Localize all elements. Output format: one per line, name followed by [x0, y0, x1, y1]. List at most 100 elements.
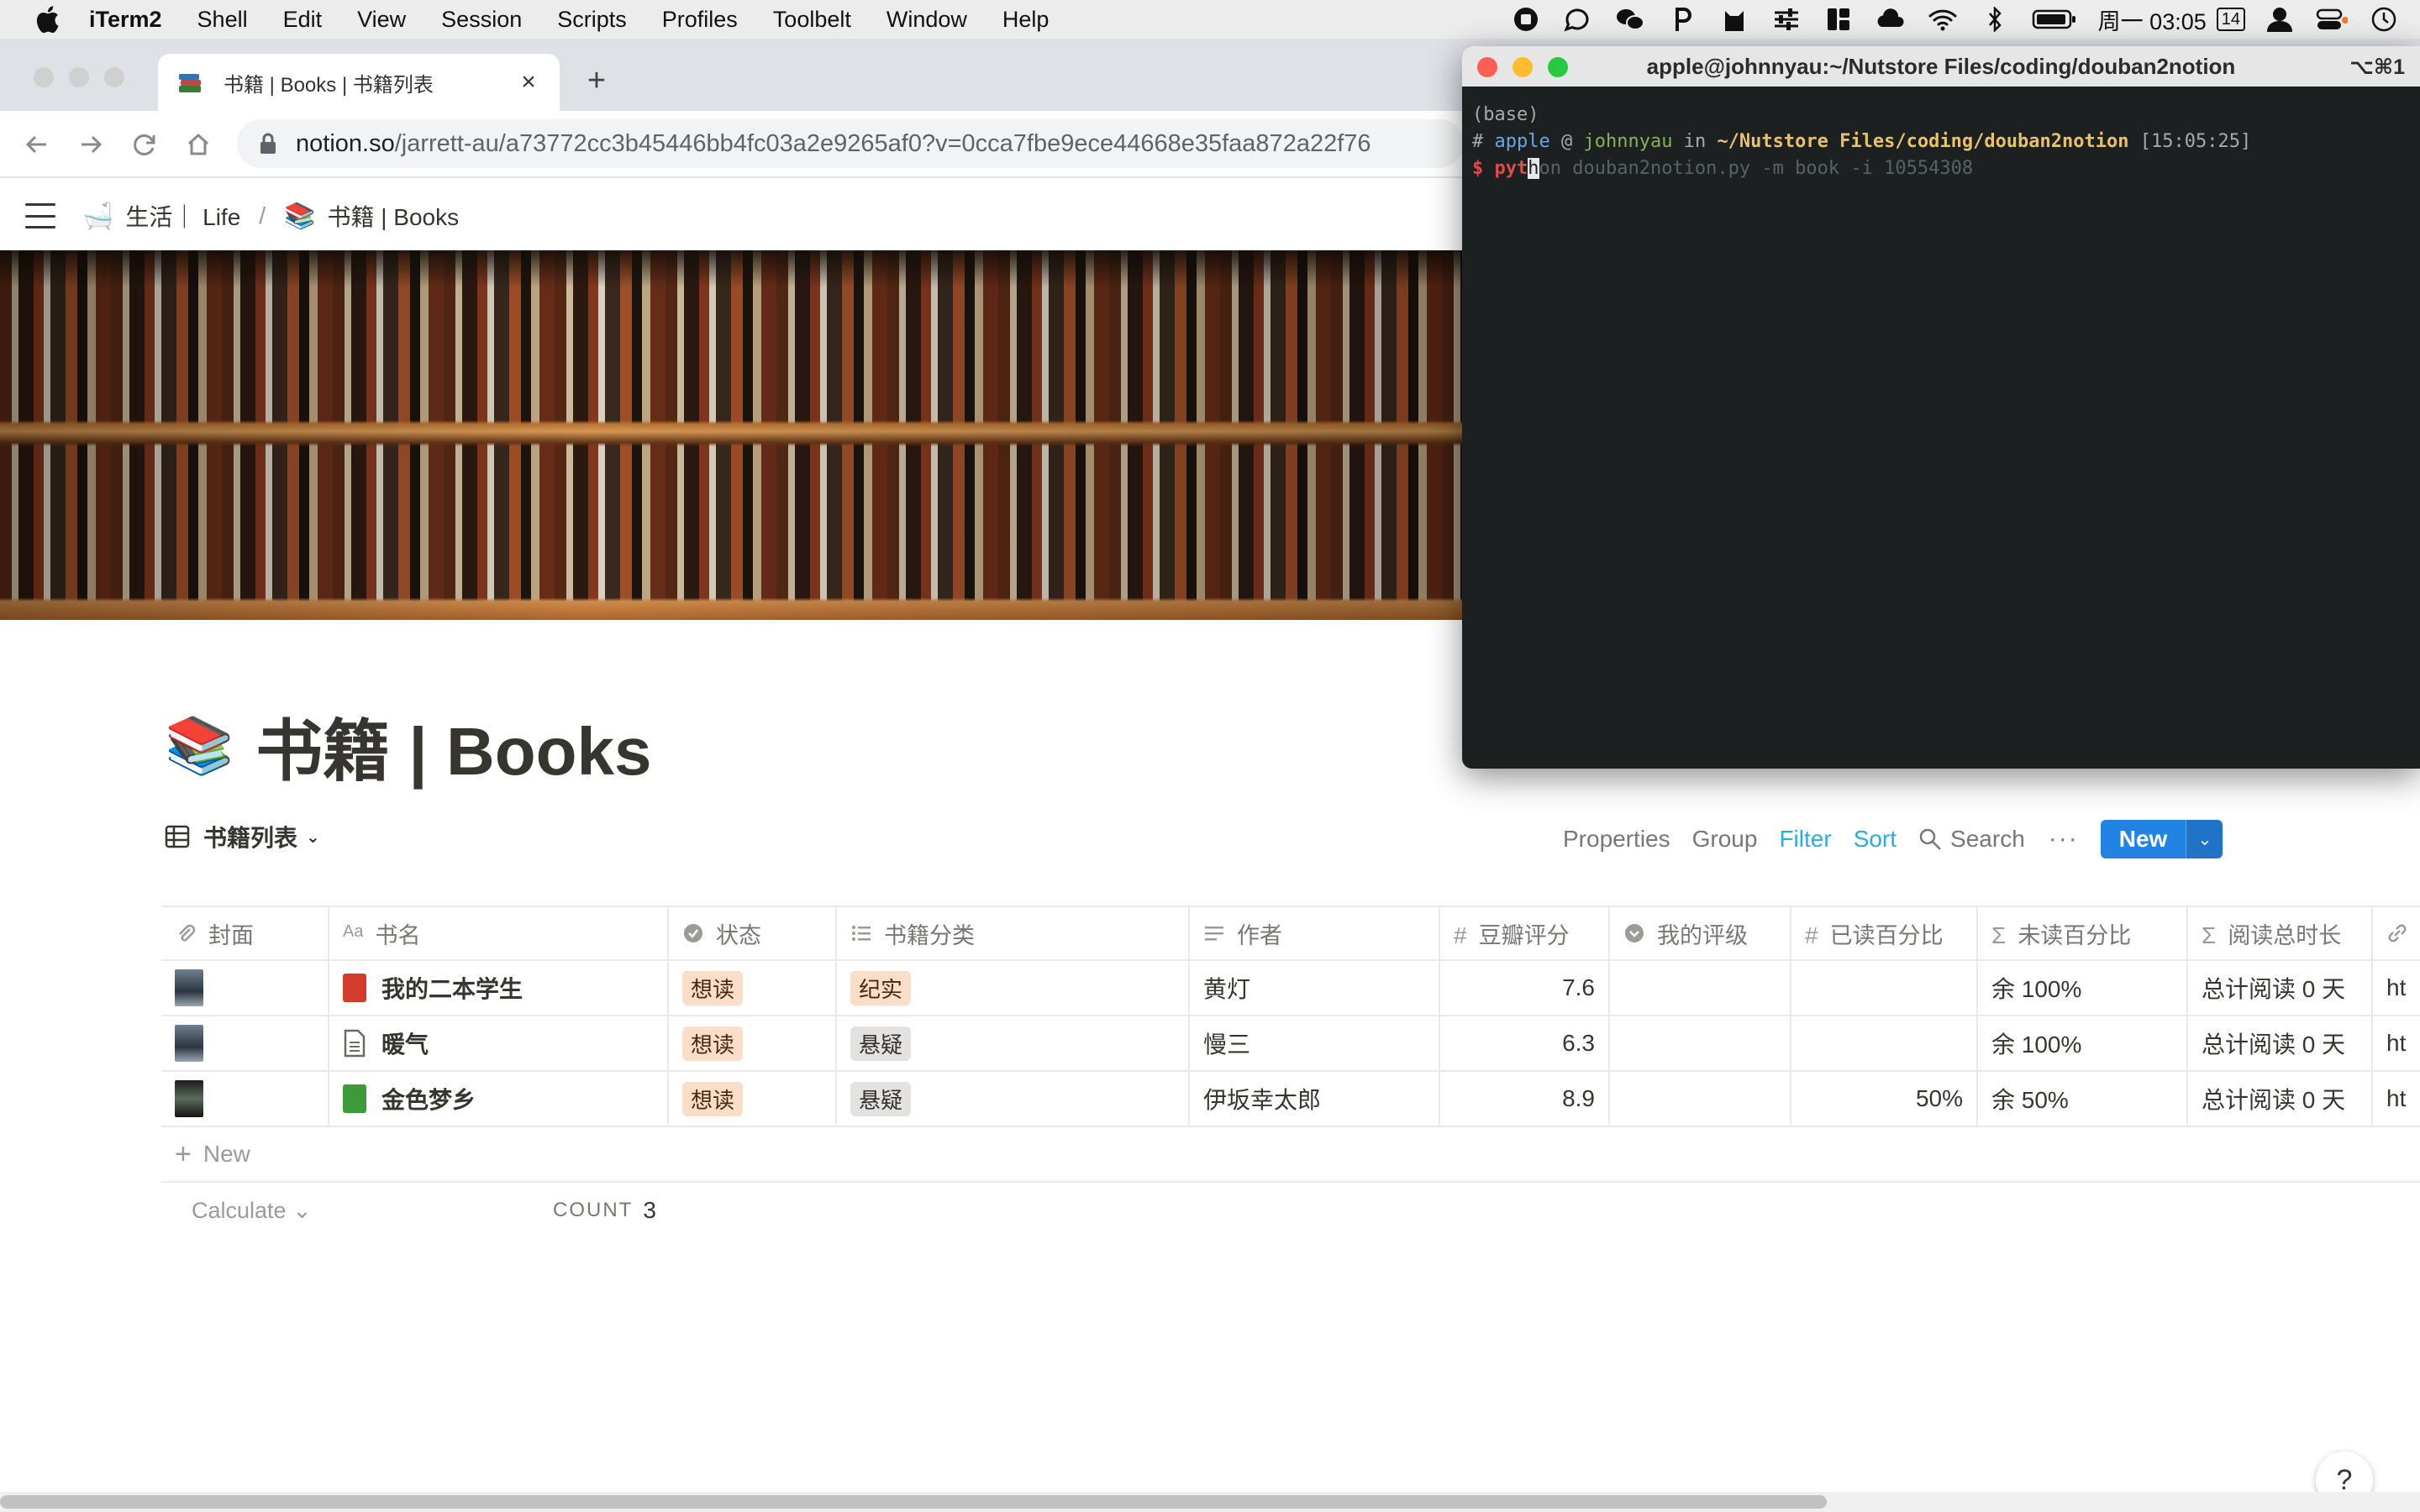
page-title[interactable]: 📚 书籍 | Books — [165, 697, 652, 795]
page-books-icon[interactable]: 📚 — [165, 713, 234, 779]
menu-shell[interactable]: Shell — [197, 7, 248, 33]
category-cell[interactable]: 纪实 — [837, 961, 1190, 1015]
my-rating-cell[interactable] — [1610, 1016, 1791, 1070]
table-row[interactable]: 我的二本学生 想读 纪实 黄灯 7.6 余 100% 总计阅读 0 天 ht — [161, 961, 2420, 1016]
book-title[interactable]: 暖气 — [381, 1026, 429, 1060]
sort-button[interactable]: Sort — [1854, 826, 1897, 853]
count-label[interactable]: COUNT — [553, 1199, 633, 1222]
title-cell[interactable]: 金色梦乡 — [329, 1072, 669, 1126]
link-cell[interactable]: ht — [2373, 961, 2420, 1015]
more-options-icon[interactable]: ··· — [2049, 825, 2079, 853]
scrollbar-thumb[interactable] — [0, 1495, 1827, 1509]
forward-arrow-icon[interactable] — [74, 128, 108, 161]
filter-button[interactable]: Filter — [1779, 826, 1831, 853]
author-cell[interactable]: 伊坂幸太郎 — [1190, 1072, 1440, 1126]
back-arrow-icon[interactable] — [20, 128, 54, 161]
iterm-close-button[interactable] — [1477, 57, 1497, 77]
wechat-icon[interactable] — [1614, 3, 1646, 35]
page-title-text[interactable]: 书籍 | Books — [255, 697, 651, 795]
iterm-minimize-button[interactable] — [1512, 57, 1533, 77]
header-read-percent[interactable]: # 已读百分比 — [1791, 907, 1978, 959]
lock-icon[interactable] — [259, 133, 277, 155]
book-title[interactable]: 我的二本学生 — [381, 971, 523, 1005]
wifi-icon[interactable] — [1927, 3, 1959, 35]
iterm-zoom-button[interactable] — [1548, 57, 1568, 77]
chat-icon[interactable] — [1562, 3, 1594, 35]
read-percent-cell[interactable] — [1791, 1016, 1978, 1070]
new-dropdown-icon[interactable]: ⌄ — [2186, 820, 2223, 858]
menubar-clock[interactable]: 周一 03:05 — [2098, 3, 2207, 36]
cat-icon[interactable] — [1718, 3, 1750, 35]
menu-window[interactable]: Window — [886, 7, 967, 33]
table-row[interactable]: 金色梦乡 想读 悬疑 伊坂幸太郎 8.9 50% 余 50% 总计阅读 0 天 … — [161, 1072, 2420, 1127]
cover-thumbnail[interactable] — [175, 1025, 203, 1062]
search-button[interactable]: Search — [1918, 826, 2025, 853]
bluetooth-icon[interactable] — [1979, 3, 2011, 35]
category-cell[interactable]: 悬疑 — [837, 1016, 1190, 1070]
header-cover[interactable]: 封面 — [161, 907, 329, 959]
header-title[interactable]: Aa 书名 — [329, 907, 669, 959]
menu-view[interactable]: View — [357, 7, 406, 33]
layout-icon[interactable] — [1823, 3, 1854, 35]
link-cell[interactable]: ht — [2373, 1072, 2420, 1126]
menu-app-name[interactable]: iTerm2 — [89, 7, 162, 33]
group-button[interactable]: Group — [1692, 826, 1758, 853]
horizontal-scrollbar[interactable] — [0, 1492, 2420, 1512]
header-author[interactable]: 作者 — [1190, 907, 1440, 959]
close-tab-icon[interactable]: × — [516, 70, 541, 95]
my-rating-cell[interactable] — [1610, 1072, 1791, 1126]
cover-cell[interactable] — [161, 961, 329, 1015]
home-icon[interactable] — [182, 128, 215, 161]
read-percent-cell[interactable] — [1791, 961, 1978, 1015]
add-row-button[interactable]: + New — [161, 1127, 2420, 1183]
menu-toolbelt[interactable]: Toolbelt — [773, 7, 851, 33]
header-unread-percent[interactable]: Σ 未读百分比 — [1978, 907, 2188, 959]
header-status[interactable]: 状态 — [669, 907, 837, 959]
properties-button[interactable]: Properties — [1563, 826, 1670, 853]
status-cell[interactable]: 想读 — [669, 1016, 837, 1070]
book-title[interactable]: 金色梦乡 — [381, 1082, 476, 1116]
header-total-reading-time[interactable]: Σ 阅读总时长 — [2188, 907, 2373, 959]
cover-thumbnail[interactable] — [175, 1080, 203, 1117]
iterm-titlebar[interactable]: apple@johnnyau:~/Nutstore Files/coding/d… — [1462, 46, 2420, 87]
sliders-icon[interactable] — [1770, 3, 1802, 35]
douban-rating-cell[interactable]: 6.3 — [1440, 1016, 1610, 1070]
record-icon[interactable] — [1510, 3, 1542, 35]
title-cell[interactable]: 暖气 — [329, 1016, 669, 1070]
cover-cell[interactable] — [161, 1072, 329, 1126]
douban-rating-cell[interactable]: 7.6 — [1440, 961, 1610, 1015]
cover-cell[interactable] — [161, 1016, 329, 1070]
address-bar[interactable]: notion.so/jarrett-au/a73772cc3b45446bb4f… — [237, 119, 1464, 168]
reload-icon[interactable] — [128, 128, 161, 161]
p-app-icon[interactable] — [1666, 3, 1698, 35]
header-douban-rating[interactable]: # 豆瓣评分 — [1440, 907, 1610, 959]
status-cell[interactable]: 想读 — [669, 1072, 837, 1126]
menu-profiles[interactable]: Profiles — [662, 7, 738, 33]
author-cell[interactable]: 慢三 — [1190, 1016, 1440, 1070]
header-my-rating[interactable]: 我的评级 — [1610, 907, 1791, 959]
table-row[interactable]: 暖气 想读 悬疑 慢三 6.3 余 100% 总计阅读 0 天 ht — [161, 1016, 2420, 1072]
menu-hamburger-icon[interactable] — [25, 203, 55, 228]
clock-icon[interactable] — [2368, 3, 2400, 35]
menu-session[interactable]: Session — [441, 7, 522, 33]
weather-icon[interactable] — [1875, 3, 1907, 35]
minimize-window-button[interactable] — [69, 67, 89, 87]
read-percent-cell[interactable]: 50% — [1791, 1072, 1978, 1126]
breadcrumb-life[interactable]: 🛁 生活｜ Life — [82, 199, 240, 233]
title-cell[interactable]: 我的二本学生 — [329, 961, 669, 1015]
menu-help[interactable]: Help — [1002, 7, 1050, 33]
control-center-icon[interactable] — [2316, 3, 2348, 35]
breadcrumb-books[interactable]: 📚 书籍 | Books — [284, 199, 459, 233]
zoom-window-button[interactable] — [104, 67, 124, 87]
link-cell[interactable]: ht — [2373, 1016, 2420, 1070]
header-category[interactable]: 书籍分类 — [837, 907, 1190, 959]
user-icon[interactable] — [2264, 3, 2296, 35]
new-tab-button[interactable]: + — [580, 64, 613, 97]
apple-icon[interactable] — [30, 3, 64, 36]
browser-tab[interactable]: 书籍 | Books | 书籍列表 × — [158, 54, 560, 111]
douban-rating-cell[interactable]: 8.9 — [1440, 1072, 1610, 1126]
cover-image[interactable] — [0, 250, 1462, 620]
cover-thumbnail[interactable] — [175, 969, 203, 1006]
menu-scripts[interactable]: Scripts — [557, 7, 627, 33]
author-cell[interactable]: 黄灯 — [1190, 961, 1440, 1015]
